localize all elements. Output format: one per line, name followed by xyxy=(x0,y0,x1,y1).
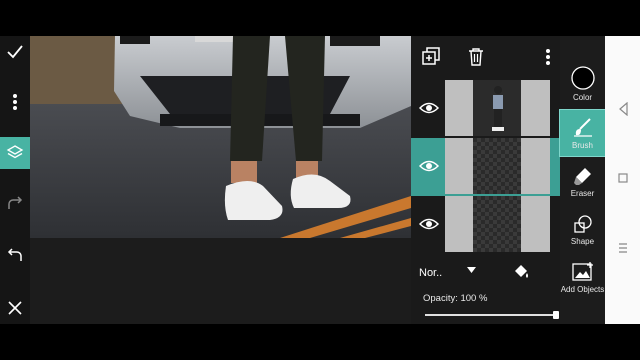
redo-button[interactable] xyxy=(0,188,30,220)
tool-label: Shape xyxy=(570,237,595,246)
delete-icon xyxy=(469,48,483,66)
check-icon xyxy=(7,45,23,59)
add-objects-icon xyxy=(571,262,593,281)
left-toolbar xyxy=(0,36,30,324)
layer-thumbnail xyxy=(445,138,550,194)
add-layer-icon xyxy=(422,47,440,65)
editing-canvas[interactable] xyxy=(30,36,411,238)
eye-icon[interactable] xyxy=(419,158,439,174)
blend-mode-label: Nor.. xyxy=(419,267,443,279)
blend-opacity-panel: Nor.. Opacity: 100 % xyxy=(411,253,560,324)
eye-icon[interactable] xyxy=(419,100,439,116)
color-circle-icon xyxy=(570,66,595,90)
top-black-bar xyxy=(0,0,640,36)
eraser-icon xyxy=(573,168,591,185)
opacity-slider-handle[interactable] xyxy=(553,311,559,319)
add-objects-tool-button[interactable]: Add Objects xyxy=(560,262,605,308)
tool-label: Add Objects xyxy=(560,285,605,294)
back-icon[interactable] xyxy=(618,102,628,116)
add-layer-button[interactable] xyxy=(421,46,441,71)
layers-panel xyxy=(411,36,560,253)
opacity-label: Opacity: 100 % xyxy=(423,293,488,304)
delete-layer-button[interactable] xyxy=(468,48,484,71)
shape-tool-button[interactable]: Shape xyxy=(560,214,605,260)
tool-label: Brush xyxy=(572,141,593,150)
close-icon xyxy=(8,301,22,315)
system-navigation-bar xyxy=(605,36,640,324)
apply-button[interactable] xyxy=(0,36,30,68)
layer-thumbnail xyxy=(445,196,550,252)
shape-icon xyxy=(573,215,592,233)
eraser-tool-button[interactable]: Eraser xyxy=(560,166,605,212)
layer-row[interactable] xyxy=(411,80,560,138)
more-vertical-icon xyxy=(13,94,17,110)
tool-label: Eraser xyxy=(570,189,595,198)
bottom-black-bar xyxy=(0,324,640,360)
chevron-down-icon xyxy=(467,267,476,273)
opacity-slider-track[interactable] xyxy=(425,314,555,316)
photo-canvas-image xyxy=(30,36,411,238)
blend-fill-button[interactable] xyxy=(511,263,531,286)
close-button[interactable] xyxy=(0,292,30,324)
person-thumbnail-icon xyxy=(492,86,504,131)
layer-row[interactable] xyxy=(411,196,560,254)
redo-icon xyxy=(8,196,23,209)
home-icon[interactable] xyxy=(618,173,628,183)
undo-button[interactable] xyxy=(0,240,30,272)
blend-mode-dropdown[interactable]: Nor.. xyxy=(419,263,479,279)
brush-tool-button[interactable]: Brush xyxy=(559,109,606,157)
paint-bucket-icon xyxy=(515,265,528,278)
layer-thumbnail xyxy=(445,80,550,136)
brush-icon xyxy=(573,118,592,137)
layer-row-selected[interactable] xyxy=(411,138,560,196)
more-options-button[interactable] xyxy=(0,86,30,118)
layers-more-button[interactable] xyxy=(545,48,551,71)
color-tool-button[interactable]: Color xyxy=(560,66,605,112)
layers-icon xyxy=(6,145,24,159)
eye-icon[interactable] xyxy=(419,216,439,232)
canvas-empty-area xyxy=(30,238,411,324)
layers-button[interactable] xyxy=(0,137,30,169)
tools-panel: Color Brush Eraser Shape Add Objects xyxy=(559,36,606,324)
undo-icon xyxy=(7,248,22,261)
more-vertical-icon xyxy=(546,49,550,65)
recent-apps-icon[interactable] xyxy=(618,242,628,254)
tool-label: Color xyxy=(572,93,593,102)
